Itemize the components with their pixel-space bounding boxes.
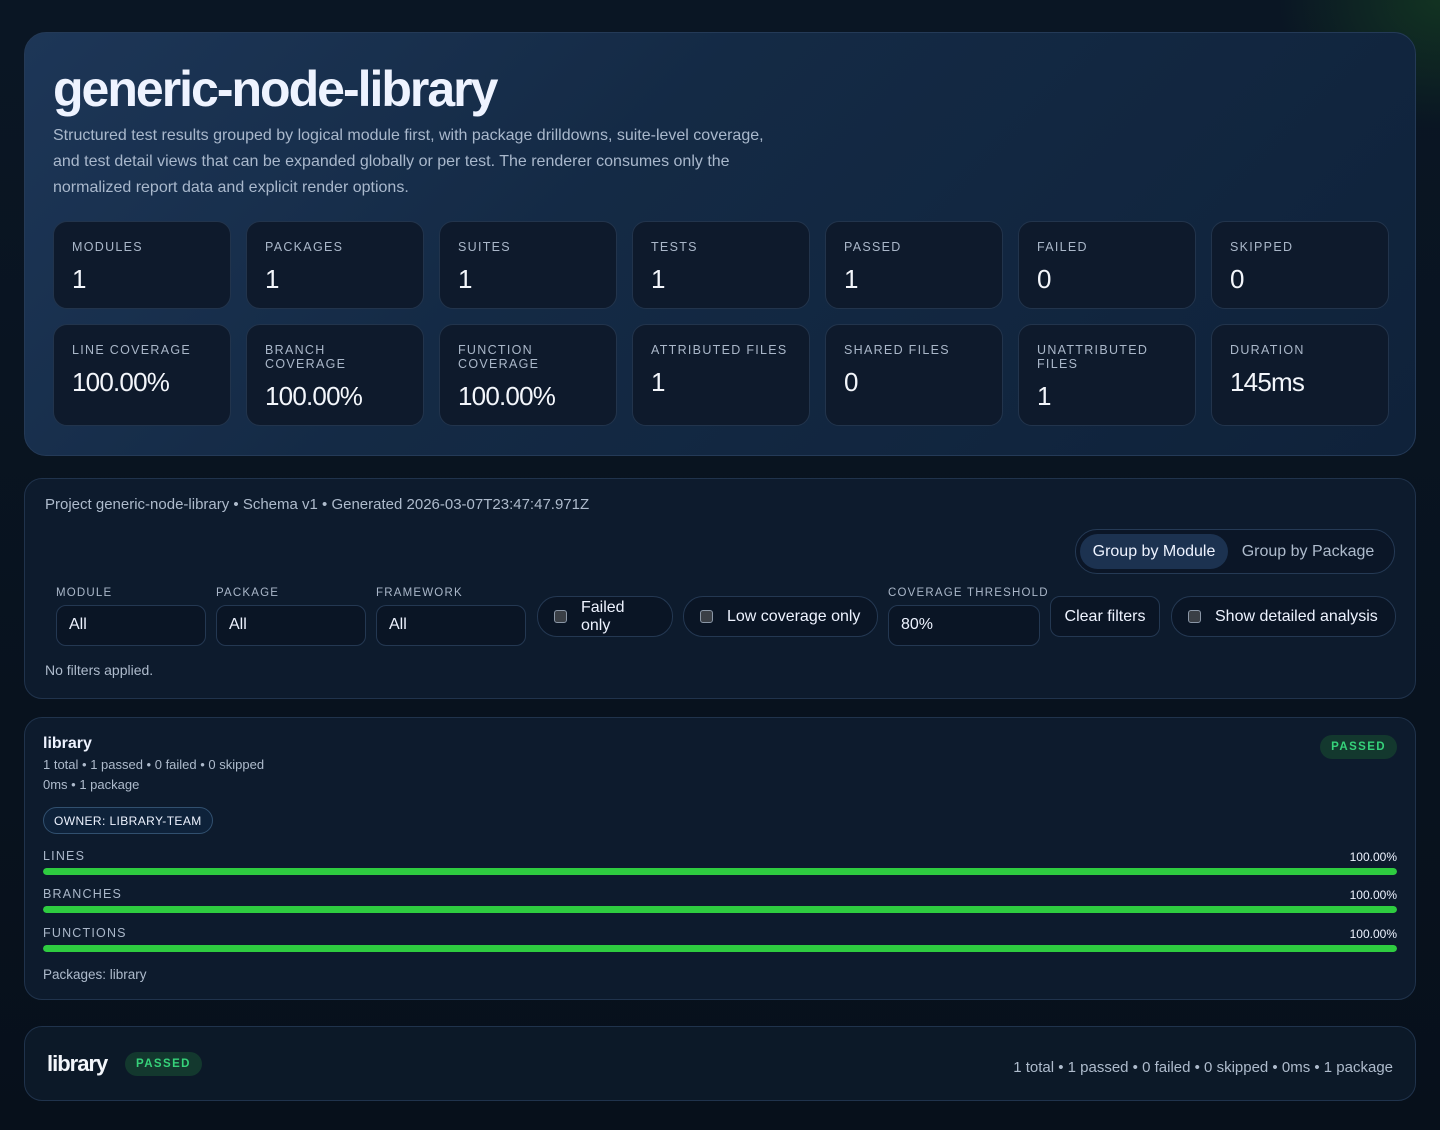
stat-label: UNATTRIBUTED FILES — [1037, 343, 1149, 371]
stat-label: TESTS — [651, 240, 698, 254]
stat-label: LINE COVERAGE — [72, 343, 192, 357]
stat-function-coverage: FUNCTION COVERAGE 100.00% — [439, 324, 617, 426]
coverage-bar — [43, 906, 1397, 913]
stat-value: 100.00% — [458, 381, 556, 411]
stat-label: DURATION — [1230, 343, 1305, 357]
stat-skipped: SKIPPED 0 — [1211, 221, 1389, 309]
coverage-bar — [43, 945, 1397, 952]
stat-value: 1 — [651, 264, 666, 294]
group-by-module-button[interactable]: Group by Module — [1080, 534, 1228, 569]
stat-modules: MODULES 1 — [53, 221, 231, 309]
coverage-bar — [43, 868, 1397, 875]
coverage-functions: FUNCTIONS 100.00% — [43, 926, 1397, 954]
stat-label: PASSED — [844, 240, 902, 254]
stat-value: 0 — [844, 367, 858, 397]
stat-value: 1 — [458, 264, 473, 294]
clear-filters-button[interactable]: Clear filters — [1050, 596, 1160, 637]
module-packages: Packages: library — [43, 967, 147, 982]
stat-value: 0 — [1037, 264, 1052, 294]
coverage-threshold-input[interactable]: 80% — [888, 605, 1040, 646]
coverage-branches: BRANCHES 100.00% — [43, 887, 1397, 915]
package-summary: 1 total • 1 passed • 0 failed • 0 skippe… — [1013, 1059, 1393, 1076]
stat-attributed-files: ATTRIBUTED FILES 1 — [632, 324, 810, 426]
framework-select[interactable]: All — [376, 605, 526, 646]
module-filter-label: MODULE — [56, 587, 113, 599]
failed-only-checkbox[interactable] — [554, 610, 567, 623]
stat-shared-files: SHARED FILES 0 — [825, 324, 1003, 426]
status-badge: PASSED — [125, 1052, 202, 1076]
low-coverage-checkbox[interactable] — [700, 610, 713, 623]
stat-value: 100.00% — [72, 367, 170, 397]
stat-label: PACKAGES — [265, 240, 344, 254]
stats-grid: MODULES 1 PACKAGES 1 SUITES 1 TESTS 1 PA… — [53, 221, 1389, 426]
stat-tests: TESTS 1 — [632, 221, 810, 309]
package-select[interactable]: All — [216, 605, 366, 646]
filter-status: No filters applied. — [45, 662, 154, 678]
package-name: library — [47, 1051, 108, 1076]
stat-value: 1 — [72, 264, 87, 294]
stat-value: 145ms — [1230, 367, 1305, 397]
filters-panel: Project generic-node-library • Schema v1… — [24, 478, 1416, 699]
project-description: Structured test results grouped by logic… — [53, 127, 764, 196]
module-meta: 0ms • 1 package — [43, 777, 140, 792]
module-counts: 1 total • 1 passed • 0 failed • 0 skippe… — [43, 757, 265, 772]
owner-tag: OWNER: LIBRARY-TEAM — [43, 807, 213, 834]
failed-only-label: Failed only — [581, 598, 625, 634]
stat-value: 1 — [844, 264, 859, 294]
coverage-label: LINES — [43, 849, 86, 863]
coverage-percent: 100.00% — [1349, 927, 1397, 941]
stat-value: 1 — [1037, 381, 1051, 411]
coverage-lines: LINES 100.00% — [43, 849, 1397, 877]
coverage-percent: 100.00% — [1349, 850, 1397, 864]
stat-unattributed-files: UNATTRIBUTED FILES 1 — [1018, 324, 1196, 426]
stat-line-coverage: LINE COVERAGE 100.00% — [53, 324, 231, 426]
package-card[interactable]: library PASSED 1 total • 1 passed • 0 fa… — [24, 1026, 1416, 1101]
stat-value: 1 — [265, 264, 280, 294]
stat-label: BRANCH COVERAGE — [265, 343, 347, 371]
stat-duration: DURATION 145ms — [1211, 324, 1389, 426]
stat-value: 0 — [1230, 264, 1245, 294]
module-card[interactable]: library 1 total • 1 passed • 0 failed • … — [24, 717, 1416, 1000]
report-meta: Project generic-node-library • Schema v1… — [45, 496, 590, 513]
stat-label: FUNCTION COVERAGE — [458, 343, 540, 371]
coverage-bar-fill — [43, 906, 1397, 913]
stat-label: SHARED FILES — [844, 343, 950, 357]
status-badge: PASSED — [1320, 735, 1397, 759]
stat-label: FAILED — [1037, 240, 1088, 254]
show-detailed-label: Show detailed analysis — [1215, 607, 1378, 625]
low-coverage-toggle[interactable]: Low coverage only — [683, 596, 878, 637]
stat-failed: FAILED 0 — [1018, 221, 1196, 309]
group-by-toggle: Group by Module Group by Package — [1075, 529, 1395, 574]
failed-only-toggle[interactable]: Failed only — [537, 596, 673, 637]
project-title: generic-node-library — [53, 61, 498, 117]
stat-label: SUITES — [458, 240, 511, 254]
coverage-label: FUNCTIONS — [43, 926, 127, 940]
framework-filter-label: FRAMEWORK — [376, 587, 463, 599]
coverage-percent: 100.00% — [1349, 888, 1397, 902]
module-name: library — [43, 735, 92, 752]
stat-passed: PASSED 1 — [825, 221, 1003, 309]
summary-hero: generic-node-library Structured test res… — [24, 32, 1416, 456]
low-coverage-label: Low coverage only — [727, 607, 861, 625]
stat-suites: SUITES 1 — [439, 221, 617, 309]
coverage-bar-fill — [43, 945, 1397, 952]
stat-label: SKIPPED — [1230, 240, 1294, 254]
stat-label: MODULES — [72, 240, 143, 254]
coverage-label: BRANCHES — [43, 887, 123, 901]
show-detailed-toggle[interactable]: Show detailed analysis — [1171, 596, 1396, 637]
stat-packages: PACKAGES 1 — [246, 221, 424, 309]
stat-value: 100.00% — [265, 381, 363, 411]
stat-value: 1 — [651, 367, 665, 397]
group-by-package-button[interactable]: Group by Package — [1228, 534, 1388, 569]
coverage-threshold-label: COVERAGE THRESHOLD — [888, 587, 1049, 599]
stat-label: ATTRIBUTED FILES — [651, 343, 788, 357]
stat-branch-coverage: BRANCH COVERAGE 100.00% — [246, 324, 424, 426]
package-filter-label: PACKAGE — [216, 587, 280, 599]
show-detailed-checkbox[interactable] — [1188, 610, 1201, 623]
module-select[interactable]: All — [56, 605, 206, 646]
coverage-bar-fill — [43, 868, 1397, 875]
